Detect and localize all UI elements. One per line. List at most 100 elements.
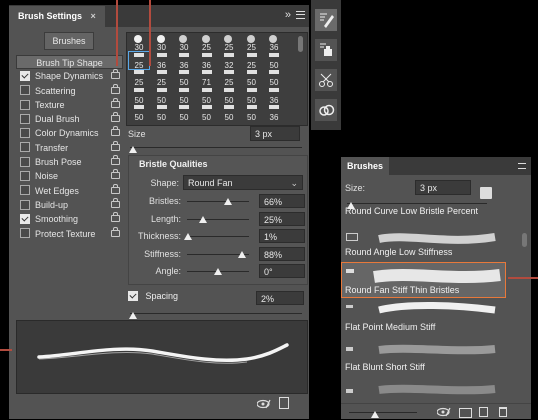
close-icon[interactable]: × (91, 11, 96, 21)
brush-tip-size[interactable]: 50 (265, 61, 283, 70)
brushes-tab[interactable]: Brushes (341, 157, 390, 175)
brush-item-label[interactable]: Round Curve Low Bristle Percent (345, 207, 478, 216)
thumbnail-size-slider[interactable] (349, 412, 417, 413)
brushes-size-field[interactable]: 3 px (415, 180, 471, 195)
brush-settings-tab[interactable]: Brush Settings × (9, 6, 105, 27)
brush-tip-size[interactable]: 50 (265, 78, 283, 87)
clone-source-icon[interactable] (314, 38, 338, 62)
brush-tip-size[interactable]: 25 (198, 43, 216, 52)
brush-tip-size[interactable]: 30 (153, 43, 171, 52)
option-noise[interactable]: Noise (16, 169, 123, 183)
brush-item[interactable] (341, 377, 521, 403)
brush-tip-size[interactable]: 50 (198, 96, 216, 105)
brush-tip-size[interactable]: 36 (265, 113, 283, 122)
brush-settings-icon[interactable] (314, 8, 338, 32)
new-group-folder-icon[interactable] (459, 408, 472, 418)
spacing-checkbox[interactable] (128, 290, 138, 301)
brush-tip-size[interactable]: 50 (243, 96, 261, 105)
brush-tip-size[interactable]: 50 (220, 96, 238, 105)
lock-icon[interactable] (111, 169, 120, 180)
bristle-param-value[interactable]: 1% (259, 229, 305, 243)
creative-cloud-icon[interactable] (314, 98, 338, 122)
brush-tip-size[interactable]: 25 (220, 43, 238, 52)
lock-icon[interactable] (111, 126, 120, 137)
brushes-size-slider[interactable] (347, 203, 487, 204)
new-brush-icon[interactable] (479, 407, 488, 417)
checkbox[interactable] (20, 113, 30, 124)
trash-icon[interactable] (499, 407, 507, 417)
lock-icon[interactable] (111, 83, 120, 94)
brush-tip-size[interactable]: 50 (153, 96, 171, 105)
brush-tip-grid[interactable]: 30 30 30 25 25 25 36 25 36 36 36 32 25 50 25 25 50 71 25 50… (126, 32, 308, 126)
double-chevron-right-icon[interactable]: » (285, 9, 291, 21)
option-wet-edges[interactable]: Wet Edges (16, 183, 123, 198)
brush-tip-size[interactable]: 50 (243, 113, 261, 122)
brush-tip-size[interactable]: 50 (130, 96, 148, 105)
brush-tip-size[interactable]: 25 (243, 61, 261, 70)
brush-tip-size[interactable]: 25 (130, 78, 148, 87)
brush-tip-size[interactable]: 71 (198, 78, 216, 87)
eye-preview-icon[interactable] (256, 398, 271, 410)
option-shape-dynamics[interactable]: Shape Dynamics (16, 69, 123, 83)
checkbox[interactable] (20, 213, 30, 224)
brush-tip-size[interactable]: 25 (243, 43, 261, 52)
panel-menu-icon[interactable] (518, 163, 526, 169)
bristle-param-slider-thumb[interactable] (223, 198, 232, 205)
thumbnail-size-slider-thumb[interactable] (371, 411, 379, 418)
bristle-param-slider[interactable] (187, 201, 249, 202)
bristle-param-slider-thumb[interactable] (198, 215, 207, 223)
option-transfer[interactable]: Transfer (16, 140, 123, 155)
bristle-param-value[interactable]: 66% (259, 194, 305, 208)
lock-icon[interactable] (111, 69, 120, 80)
lock-icon[interactable] (111, 140, 120, 151)
bristle-param-slider-thumb[interactable] (214, 268, 222, 275)
checkbox[interactable] (20, 142, 30, 153)
brush-tip-size[interactable]: 30 (175, 43, 193, 52)
eye-preview-icon[interactable] (436, 406, 451, 418)
brush-tip-size[interactable]: 25 (220, 78, 238, 87)
spacing-slider[interactable] (130, 313, 302, 314)
new-brush-icon[interactable] (279, 397, 289, 409)
bristle-param-value[interactable]: 25% (259, 211, 305, 226)
lock-icon[interactable] (111, 97, 120, 108)
bristle-param-slider-thumb[interactable] (237, 250, 246, 258)
bristle-param-slider-thumb[interactable] (183, 233, 192, 240)
brush-tip-size[interactable]: 36 (198, 61, 216, 70)
lock-icon[interactable] (111, 197, 120, 208)
size-slider-thumb[interactable] (129, 146, 138, 153)
brush-tip-size[interactable]: 50 (153, 113, 171, 122)
brush-tip-size[interactable]: 25 (153, 78, 171, 87)
lock-icon[interactable] (111, 226, 120, 237)
shape-dropdown[interactable]: Round Fan ⌄ (183, 175, 303, 190)
brush-tip-size[interactable]: 32 (220, 61, 238, 70)
checkbox[interactable] (20, 85, 30, 96)
brush-tip-size[interactable]: 36 (265, 43, 283, 52)
spacing-field[interactable]: 2% (256, 291, 304, 305)
checkbox[interactable] (20, 185, 30, 196)
checkbox[interactable] (20, 171, 30, 181)
brush-item-selected[interactable]: Round Fan Stiff Thin Bristles (341, 262, 506, 298)
brush-tip-size[interactable]: 50 (220, 113, 238, 122)
spacing-slider-thumb[interactable] (129, 312, 138, 319)
option-dual-brush[interactable]: Dual Brush (16, 112, 123, 126)
checkbox[interactable] (20, 156, 30, 167)
brush-tip-size[interactable]: 36 (153, 61, 171, 70)
checkbox[interactable] (20, 228, 30, 239)
tip-grid-scrollbar[interactable] (298, 36, 303, 52)
brush-item[interactable]: Flat Blunt Short Stiff (341, 339, 521, 375)
option-brush-pose[interactable]: Brush Pose (16, 155, 123, 169)
checkbox[interactable] (20, 199, 30, 210)
checkbox[interactable] (20, 99, 30, 110)
brush-tip-size[interactable]: 36 (175, 61, 193, 70)
option-brush-tip-shape[interactable]: Brush Tip Shape (16, 55, 123, 70)
lock-icon[interactable] (111, 112, 120, 123)
brush-item[interactable]: Round Angle Low Stiffness (341, 223, 521, 261)
size-slider[interactable] (130, 147, 302, 148)
option-scattering[interactable]: Scattering (16, 83, 123, 98)
brush-tip-size[interactable]: 50 (175, 113, 193, 122)
option-smoothing[interactable]: Smoothing (16, 212, 123, 226)
brush-tip-size[interactable]: 50 (175, 96, 193, 105)
lock-icon[interactable] (111, 212, 120, 223)
brush-tip-size[interactable]: 50 (130, 113, 148, 122)
checkbox[interactable] (20, 128, 30, 139)
